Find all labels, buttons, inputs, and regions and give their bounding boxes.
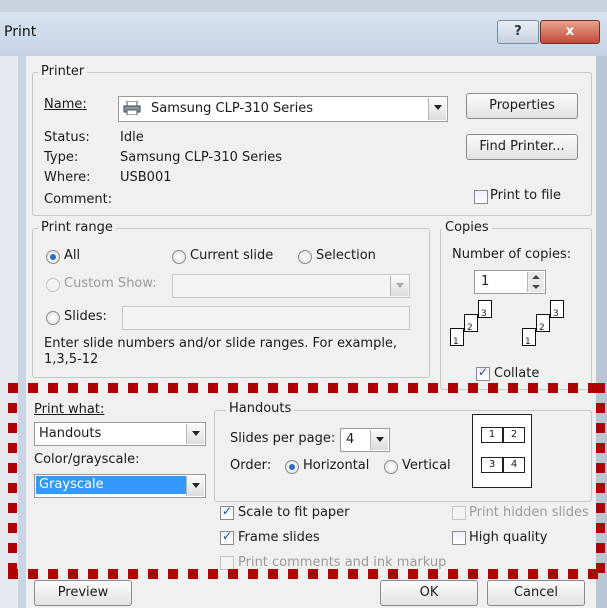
vertical-label: Vertical bbox=[402, 458, 451, 473]
background-strip bbox=[0, 0, 607, 12]
current-slide-radio[interactable] bbox=[172, 250, 186, 264]
print-comments-checkbox[interactable] bbox=[220, 556, 234, 570]
print-what-select[interactable]: Handouts bbox=[34, 422, 206, 446]
spin-arrows-icon[interactable] bbox=[527, 272, 544, 292]
scale-to-fit-checkbox[interactable] bbox=[220, 504, 234, 520]
high-quality-checkbox[interactable] bbox=[452, 531, 466, 545]
collate-page: 3 bbox=[478, 300, 492, 319]
where-label: Where: bbox=[44, 170, 91, 185]
cancel-button[interactable]: Cancel bbox=[487, 580, 585, 606]
slides-per-page-label: Slides per page: bbox=[230, 431, 336, 446]
high-quality-label: High quality bbox=[469, 530, 548, 545]
print-range-group-label: Print range bbox=[38, 220, 116, 235]
collate-page: 2 bbox=[536, 314, 550, 333]
status-value: Idle bbox=[120, 130, 144, 145]
selection-label: Selection bbox=[316, 248, 376, 263]
chevron-down-icon[interactable] bbox=[390, 276, 408, 296]
collate-page: 2 bbox=[464, 314, 478, 333]
print-comments-label: Print comments and ink markup bbox=[238, 555, 447, 570]
current-slide-label: Current slide bbox=[190, 248, 274, 263]
frame-slides-checkbox[interactable] bbox=[220, 529, 234, 545]
collate-page: 1 bbox=[450, 328, 464, 347]
printer-group-label: Printer bbox=[38, 64, 88, 79]
horizontal-radio[interactable] bbox=[285, 460, 299, 474]
number-of-copies-spinner[interactable]: 1 bbox=[474, 270, 546, 294]
collate-label: Collate bbox=[494, 366, 540, 381]
vertical-radio[interactable] bbox=[384, 460, 398, 474]
handout-preview-icon: 1 2 3 4 bbox=[472, 414, 532, 488]
number-of-copies-label: Number of copies: bbox=[452, 247, 572, 262]
color-grayscale-label: Color/grayscale: bbox=[34, 452, 140, 467]
chevron-down-icon[interactable] bbox=[186, 476, 204, 496]
slides-per-page-value: 4 bbox=[346, 432, 355, 447]
preview-cell: 3 bbox=[481, 457, 503, 473]
print-to-file-checkbox[interactable] bbox=[474, 190, 488, 204]
print-what-label: Print what: bbox=[34, 402, 105, 417]
all-label: All bbox=[64, 248, 81, 263]
window-frame-left bbox=[18, 56, 26, 608]
slides-label: Slides: bbox=[64, 309, 107, 324]
preview-cell: 4 bbox=[503, 457, 525, 473]
all-radio[interactable] bbox=[46, 250, 60, 264]
window-title: Print bbox=[4, 24, 37, 40]
slides-hint-line2: 1,3,5-12 bbox=[44, 352, 99, 367]
highlight-border-bottom bbox=[8, 569, 607, 579]
handouts-group bbox=[214, 410, 592, 502]
printer-icon bbox=[123, 100, 141, 116]
frame-slides-label: Frame slides bbox=[238, 530, 320, 545]
printer-name-value: Samsung CLP-310 Series bbox=[151, 101, 314, 116]
print-dialog: Print ? x Printer Name: Samsung CLP-310 … bbox=[0, 0, 607, 608]
highlight-border-left bbox=[8, 383, 17, 579]
type-label: Type: bbox=[44, 150, 79, 165]
chevron-down-icon[interactable] bbox=[370, 430, 388, 450]
help-button[interactable]: ? bbox=[497, 20, 539, 44]
properties-button[interactable]: Properties bbox=[466, 93, 578, 119]
custom-show-select[interactable] bbox=[172, 274, 410, 298]
copies-group-label: Copies bbox=[442, 220, 492, 235]
where-value: USB001 bbox=[120, 170, 172, 185]
printer-name-select[interactable]: Samsung CLP-310 Series bbox=[118, 96, 448, 122]
number-of-copies-value: 1 bbox=[481, 274, 490, 289]
collate-illustration-icon: 3 2 1 3 2 1 bbox=[450, 300, 570, 352]
custom-show-radio[interactable] bbox=[46, 278, 60, 292]
scale-to-fit-label: Scale to fit paper bbox=[238, 505, 350, 520]
preview-button[interactable]: Preview bbox=[34, 580, 132, 606]
color-grayscale-select[interactable]: Grayscale bbox=[34, 474, 206, 498]
custom-show-label: Custom Show: bbox=[64, 276, 157, 291]
comment-label: Comment: bbox=[44, 192, 113, 207]
collate-page: 3 bbox=[550, 300, 564, 319]
collate-checkbox[interactable] bbox=[476, 365, 490, 381]
color-grayscale-value: Grayscale bbox=[36, 476, 186, 494]
slides-hint-line1: Enter slide numbers and/or slide ranges.… bbox=[44, 336, 398, 351]
close-button[interactable]: x bbox=[540, 20, 600, 44]
print-to-file-label: Print to file bbox=[490, 188, 562, 203]
slides-input[interactable] bbox=[122, 306, 410, 330]
handouts-group-label: Handouts bbox=[226, 401, 295, 416]
print-what-value: Handouts bbox=[39, 426, 102, 441]
print-hidden-slides-checkbox[interactable] bbox=[452, 506, 466, 520]
chevron-down-icon[interactable] bbox=[428, 98, 446, 120]
name-label: Name: bbox=[44, 97, 87, 112]
slides-radio[interactable] bbox=[46, 311, 60, 325]
preview-cell: 1 bbox=[481, 427, 503, 443]
chevron-down-icon[interactable] bbox=[186, 424, 204, 444]
slides-per-page-select[interactable]: 4 bbox=[340, 428, 390, 452]
print-hidden-slides-label: Print hidden slides bbox=[469, 505, 589, 520]
status-label: Status: bbox=[44, 130, 90, 145]
selection-radio[interactable] bbox=[298, 250, 312, 264]
horizontal-label: Horizontal bbox=[303, 458, 370, 473]
find-printer-button[interactable]: Find Printer... bbox=[466, 134, 578, 160]
ok-button[interactable]: OK bbox=[380, 580, 478, 606]
highlight-border-top bbox=[8, 383, 607, 393]
type-value: Samsung CLP-310 Series bbox=[120, 150, 283, 165]
collate-page: 1 bbox=[522, 328, 536, 347]
highlight-border-right bbox=[596, 383, 605, 579]
preview-cell: 2 bbox=[503, 427, 525, 443]
order-label: Order: bbox=[230, 458, 272, 473]
